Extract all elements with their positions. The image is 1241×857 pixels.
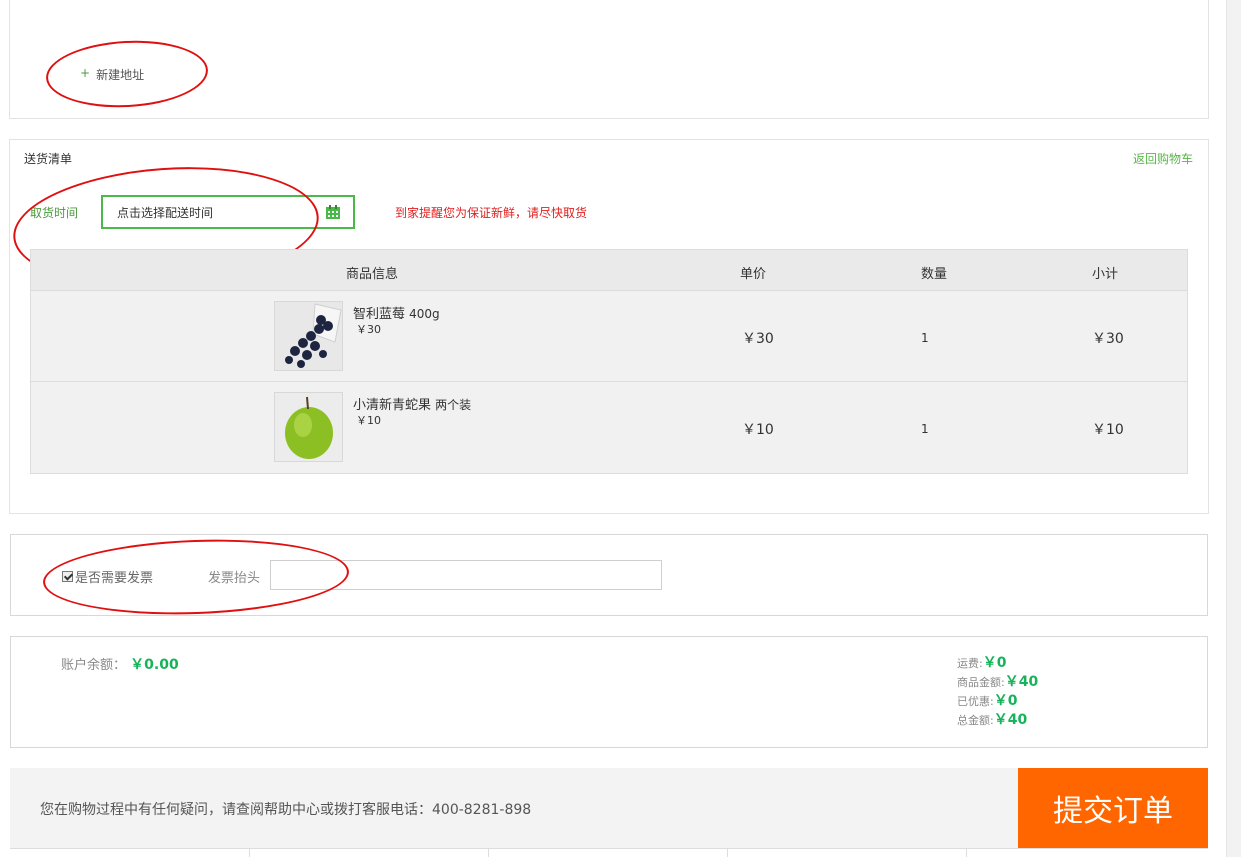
page-scrollbar[interactable] [1226, 0, 1241, 857]
header-quantity: 数量 [921, 267, 948, 282]
goods-table: 商品信息 单价 数量 小计 智利蓝莓 400g ￥30 ￥30 1 ￥30 小清… [30, 249, 1188, 474]
help-note: 您在购物过程中有任何疑问，请查阅帮助中心或拨打客服电话：400-8281-898 [40, 802, 532, 818]
column-divider [249, 849, 250, 857]
need-invoice-label: 是否需要发票 [75, 571, 154, 586]
column-divider [966, 849, 967, 857]
discount-value: ￥0 [993, 693, 1018, 709]
unit-price-cell: ￥30 [742, 331, 774, 347]
new-address-label: 新建地址 [96, 68, 145, 82]
address-section [9, 0, 1209, 119]
pickup-time-placeholder: 点击选择配送时间 [117, 205, 214, 220]
shipping-value: ￥0 [982, 655, 1007, 671]
discount-line: 已优惠:￥0 [957, 692, 1038, 711]
checkout-footer: 您在购物过程中有任何疑问，请查阅帮助中心或拨打客服电话：400-8281-898… [10, 768, 1208, 848]
header-subtotal: 小计 [1092, 267, 1119, 282]
goods-title: 智利蓝莓 [353, 307, 406, 322]
calendar-icon[interactable] [325, 204, 341, 220]
green-apple-image[interactable] [274, 392, 343, 462]
pickup-time-label: 取货时间 [30, 206, 79, 220]
goods-spec: 两个装 [435, 398, 472, 412]
blueberry-image[interactable] [274, 301, 343, 371]
goods-table-header: 商品信息 单价 数量 小计 [31, 250, 1187, 291]
column-divider [727, 849, 728, 857]
account-balance: 账户余额： ￥0.00 [61, 654, 179, 674]
goods-price-small: ￥30 [356, 323, 381, 336]
invoice-title-input[interactable] [270, 560, 662, 590]
header-unit-price: 单价 [740, 267, 767, 282]
unit-price-cell: ￥10 [742, 422, 774, 438]
subtotal-cell: ￥30 [1092, 331, 1124, 347]
quantity-cell: 1 [921, 331, 929, 345]
goods-price-small: ￥10 [356, 414, 381, 427]
amount-breakdown: 运费:￥0 商品金额:￥40 已优惠:￥0 总金额:￥40 [957, 654, 1038, 730]
goods-name[interactable]: 智利蓝莓 400g [353, 303, 440, 322]
discount-label: 已优惠: [957, 695, 994, 708]
goods-spec: 400g [409, 307, 440, 321]
shipping-line: 运费:￥0 [957, 654, 1038, 673]
shipping-label: 运费: [957, 657, 983, 670]
subtotal-cell: ￥10 [1092, 422, 1124, 438]
goods-title: 小清新青蛇果 [353, 398, 432, 413]
back-to-cart-link[interactable]: 返回购物车 [1133, 150, 1193, 167]
invoice-title-label: 发票抬头 [208, 571, 261, 586]
need-invoice-checkbox[interactable]: 是否需要发票 [62, 567, 153, 586]
total-label: 总金额: [957, 714, 994, 727]
goods-amount-value: ￥40 [1004, 674, 1039, 690]
submit-order-button[interactable]: 提交订单 [1018, 768, 1208, 848]
delivery-list-title: 送货清单 [24, 152, 73, 166]
goods-name[interactable]: 小清新青蛇果 两个装 [353, 394, 471, 413]
table-row: 智利蓝莓 400g ￥30 ￥30 1 ￥30 [31, 291, 1187, 382]
balance-label: 账户余额： [61, 658, 127, 673]
checkbox-checked-icon[interactable] [62, 571, 73, 582]
new-address-button[interactable]: + 新建地址 [80, 66, 144, 83]
balance-value: ￥0.00 [130, 657, 179, 673]
goods-amount-line: 商品金额:￥40 [957, 673, 1038, 692]
plus-icon: + [80, 66, 91, 80]
total-value: ￥40 [993, 712, 1028, 728]
freshness-reminder: 到家提醒您为保证新鲜，请尽快取货 [395, 206, 588, 220]
pickup-time-picker[interactable]: 点击选择配送时间 [101, 195, 355, 229]
header-goods-info: 商品信息 [346, 267, 399, 282]
table-row: 小清新青蛇果 两个装 ￥10 ￥10 1 ￥10 [31, 382, 1187, 473]
order-summary-section: 账户余额： ￥0.00 运费:￥0 商品金额:￥40 已优惠:￥0 总金额:￥4… [10, 636, 1208, 748]
quantity-cell: 1 [921, 422, 929, 436]
total-line: 总金额:￥40 [957, 711, 1038, 730]
goods-amount-label: 商品金额: [957, 676, 1005, 689]
bottom-columns [10, 848, 1208, 857]
invoice-section: 是否需要发票 发票抬头 [10, 534, 1208, 616]
column-divider [488, 849, 489, 857]
